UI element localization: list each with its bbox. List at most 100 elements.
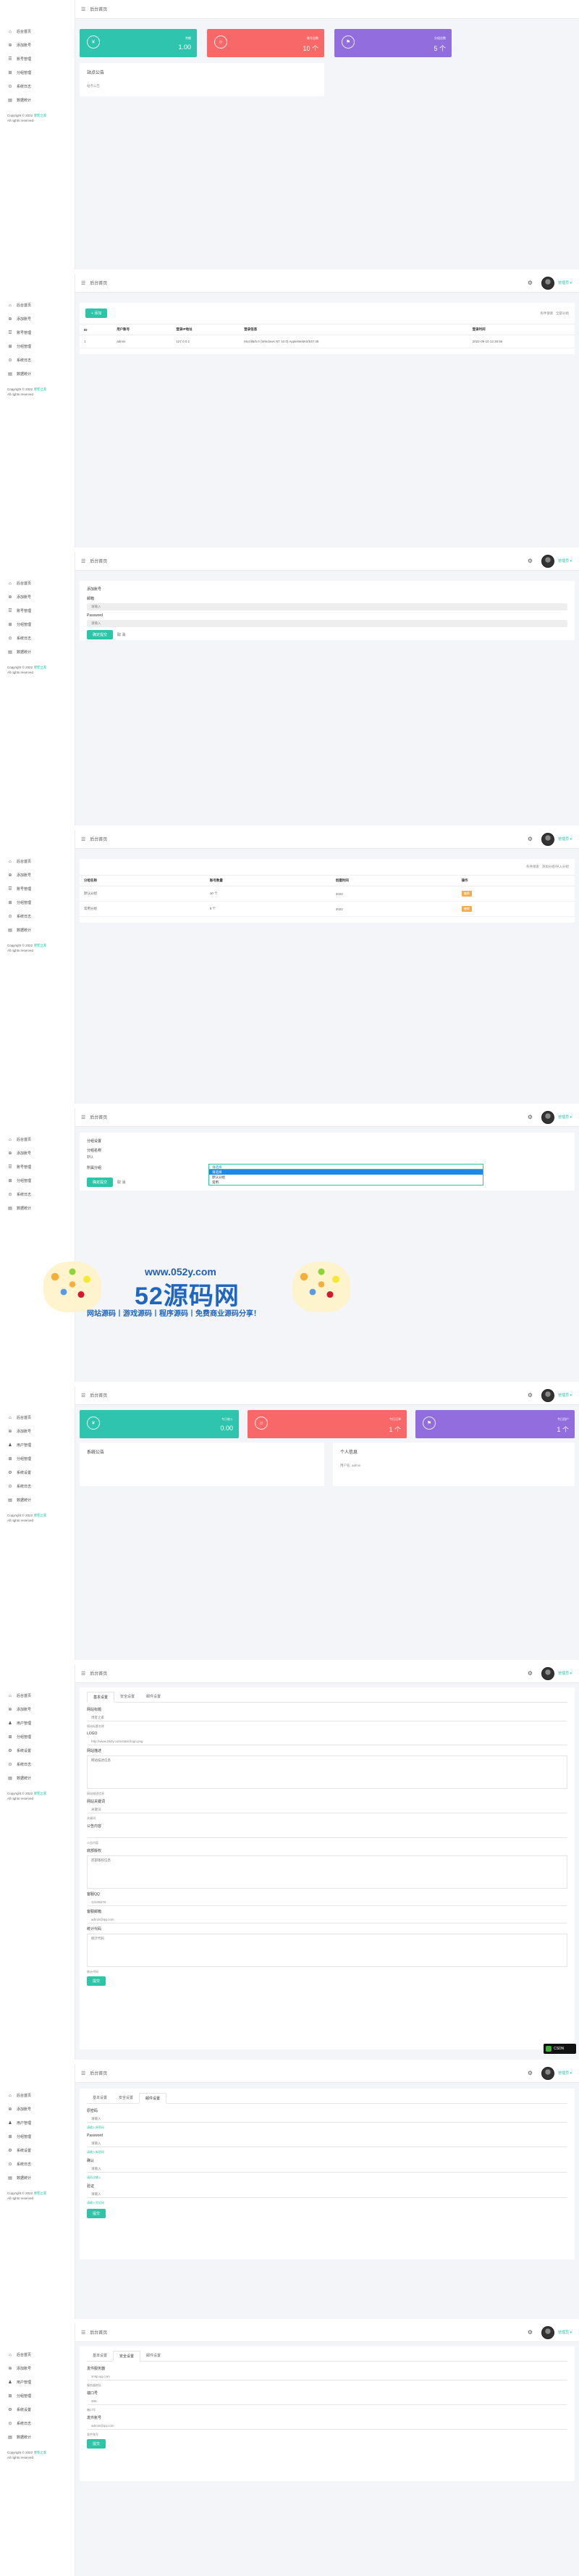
sidebar-item-home[interactable]: ⌂ 后台首页 [0, 1411, 75, 1425]
edit-button[interactable]: 编辑 [461, 906, 472, 912]
sidebar-item-groups[interactable]: ⊞ 分组管理 [0, 2130, 75, 2144]
email-field[interactable]: 请输入 [87, 603, 567, 611]
tab-basic[interactable]: 基本设置 [87, 1692, 115, 1703]
sidebar-item-home[interactable]: ⌂ 后台首页 [0, 2348, 75, 2362]
gear-icon[interactable]: ⚙ [528, 2329, 533, 2336]
group-filter-link[interactable]: 全部分组 [556, 311, 569, 315]
sidebar-item-home[interactable]: ⌂ 后台首页 [0, 25, 75, 38]
sidebar-item-groups[interactable]: ⊞ 分组管理 [0, 1174, 75, 1188]
sidebar-item-groups[interactable]: ⊞ 分组管理 [0, 66, 75, 80]
edit-button[interactable]: 编辑 [461, 891, 472, 897]
site-description-field[interactable]: 网站描述信息 [87, 1755, 567, 1789]
tab-basic[interactable]: 基本设置 [87, 2351, 113, 2361]
tab-mail[interactable]: 邮件设置 [140, 1692, 166, 1702]
sidebar-item-add-account[interactable]: ⊕ 添加账号 [0, 1425, 75, 1438]
sidebar-item-settings[interactable]: ⚙ 系统设置 [0, 1744, 75, 1758]
sidebar-item-add-account[interactable]: ⊕ 添加账号 [0, 868, 75, 882]
submit-button[interactable]: 确定提交 [87, 1178, 114, 1187]
sidebar-item-home[interactable]: ⌂ 后台首页 [0, 298, 75, 312]
cancel-button[interactable]: 取 消 [117, 633, 125, 637]
sidebar-item-logs[interactable]: ⊙ 系统日志 [0, 1188, 75, 1201]
sidebar-item-accounts[interactable]: ☰ 账号管理 [0, 1160, 75, 1174]
user-menu[interactable]: 管理员 ▾ [558, 280, 572, 285]
select-option[interactable]: 常用 [209, 1180, 483, 1185]
menu-icon[interactable]: ☰ [81, 558, 85, 564]
select-option[interactable]: 默认分组 [209, 1175, 483, 1180]
sidebar-item-accounts[interactable]: ☰ 账号管理 [0, 326, 75, 340]
gear-icon[interactable]: ⚙ [528, 1114, 533, 1120]
sidebar-item-add-account[interactable]: ⊕ 添加账号 [0, 2102, 75, 2116]
copyright-link[interactable]: 博客之家 [33, 114, 46, 117]
avatar[interactable] [541, 1388, 555, 1402]
new-password-field[interactable]: 请输入 [87, 2140, 567, 2147]
select-option[interactable]: 请选择 [209, 1170, 483, 1175]
gear-icon[interactable]: ⚙ [528, 836, 533, 842]
menu-icon[interactable]: ☰ [81, 1393, 85, 1398]
sidebar-item-home[interactable]: ⌂ 后台首页 [0, 576, 75, 590]
user-menu[interactable]: 管理员 ▾ [558, 2071, 572, 2076]
sidebar-item-add-account[interactable]: ⊕ 添加账号 [0, 312, 75, 326]
gear-icon[interactable]: ⚙ [528, 1392, 533, 1398]
user-menu[interactable]: 管理员 ▾ [558, 1393, 572, 1398]
sidebar-item-logs[interactable]: ⊙ 系统日志 [0, 2157, 75, 2171]
gear-icon[interactable]: ⚙ [528, 558, 533, 564]
sidebar-item-settings[interactable]: ⚙ 系统设置 [0, 2144, 75, 2157]
tab-basic[interactable]: 基本设置 [87, 2093, 113, 2103]
footer-copyright-field[interactable]: 底部版权信息 [87, 1855, 567, 1889]
menu-icon[interactable]: ☰ [81, 280, 85, 286]
tab-security[interactable]: 安全设置 [113, 2351, 141, 2362]
sidebar-item-logs[interactable]: ⊙ 系统日志 [0, 80, 75, 93]
verify-code-field[interactable]: 请输入 [87, 2191, 567, 2198]
user-menu[interactable]: 管理员 ▾ [558, 836, 572, 842]
user-menu[interactable]: 管理员 ▾ [558, 1671, 572, 1676]
add-group-link[interactable]: 添加分组/导入分组 [542, 865, 569, 869]
avatar[interactable] [541, 832, 555, 846]
stats-code-field[interactable]: 统计代码 [87, 1934, 567, 1967]
keywords-field[interactable]: 关键词 [87, 1806, 567, 1813]
site-title-field[interactable]: 博客之家 [87, 1714, 567, 1721]
sidebar-item-home[interactable]: ⌂ 后台首页 [0, 855, 75, 868]
sidebar-item-logs[interactable]: ⊙ 系统日志 [0, 1758, 75, 1771]
avatar[interactable] [541, 2325, 555, 2339]
password-field[interactable]: 请输入 [87, 620, 567, 627]
sidebar-item-add-account[interactable]: ⊕ 添加账号 [0, 590, 75, 604]
sidebar-item-home[interactable]: ⌂ 后台首页 [0, 2089, 75, 2102]
user-menu[interactable]: 管理员 ▾ [558, 558, 572, 563]
sidebar-item-users[interactable]: ♟ 用户管理 [0, 1438, 75, 1452]
tab-security[interactable]: 安全设置 [114, 1692, 140, 1702]
group-select-dropdown[interactable]: 请选择 请选择 默认分组 常用 [208, 1164, 483, 1186]
sidebar-item-settings[interactable]: ⚙ 系统设置 [0, 2403, 75, 2417]
sidebar-item-accounts[interactable]: ☰ 账号管理 [0, 52, 75, 66]
sidebar-item-accounts[interactable]: ☰ 账号管理 [0, 604, 75, 618]
sidebar-item-stats[interactable]: ▤ 数据统计 [0, 2171, 75, 2185]
menu-icon[interactable]: ☰ [81, 7, 85, 12]
search-link[interactable]: 条件搜索 [540, 311, 553, 315]
sidebar-item-groups[interactable]: ⊞ 分组管理 [0, 1452, 75, 1466]
avatar[interactable] [541, 1666, 555, 1680]
select-current[interactable]: 请选择 [209, 1165, 483, 1170]
confirm-password-field[interactable]: 请输入 [87, 2165, 567, 2173]
submit-button[interactable]: 提交 [87, 1976, 106, 1986]
sidebar-item-logs[interactable]: ⊙ 系统日志 [0, 910, 75, 923]
sidebar-item-stats[interactable]: ▤ 数据统计 [0, 367, 75, 381]
avatar[interactable] [541, 554, 555, 568]
sidebar-item-stats[interactable]: ▤ 数据统计 [0, 1201, 75, 1215]
sidebar-item-logs[interactable]: ⊙ 系统日志 [0, 632, 75, 645]
sender-account-field[interactable]: admin@qq.com [87, 2422, 567, 2430]
cancel-button[interactable]: 取 消 [117, 1180, 125, 1185]
sidebar-item-groups[interactable]: ⊞ 分组管理 [0, 618, 75, 632]
email-field[interactable]: admin@qq.com [87, 1916, 567, 1923]
tab-mail[interactable]: 邮件设置 [139, 2093, 167, 2104]
sidebar-item-logs[interactable]: ⊙ 系统日志 [0, 353, 75, 367]
user-menu[interactable]: 管理员 ▾ [558, 1115, 572, 1120]
gear-icon[interactable]: ⚙ [528, 1670, 533, 1677]
smtp-port-field[interactable]: 465 [87, 2398, 567, 2405]
sidebar-item-logs[interactable]: ⊙ 系统日志 [0, 1480, 75, 1493]
sidebar-item-add-account[interactable]: ⊕ 添加账号 [0, 1146, 75, 1160]
sidebar-item-settings[interactable]: ⚙ 系统设置 [0, 1466, 75, 1480]
sidebar-item-add-account[interactable]: ⊕ 添加账号 [0, 38, 75, 52]
menu-icon[interactable]: ☰ [81, 1115, 85, 1120]
sidebar-item-users[interactable]: ♟ 用户管理 [0, 2375, 75, 2389]
avatar[interactable] [541, 2066, 555, 2080]
sidebar-item-groups[interactable]: ⊞ 分组管理 [0, 2389, 75, 2403]
